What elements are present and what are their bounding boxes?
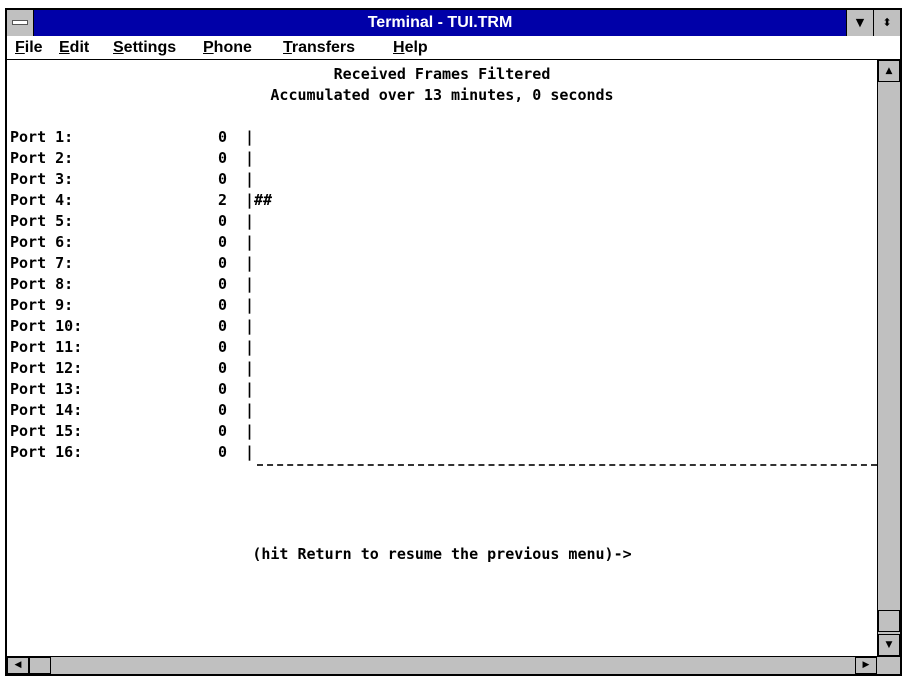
port-bar: |: [245, 338, 255, 356]
port-label: Port 6:: [10, 233, 74, 251]
port-value: 0: [217, 170, 227, 188]
vertical-scrollbar[interactable]: ▲ ▼: [877, 60, 900, 656]
port-label: Port 5:: [10, 212, 74, 230]
report-heading: Received Frames Filtered: [333, 65, 551, 83]
port-value: 0: [217, 275, 227, 293]
port-bar: |: [245, 233, 255, 251]
port-bar: |: [245, 212, 255, 230]
menu-phone[interactable]: Phone: [203, 36, 252, 59]
maximize-button[interactable]: ⬍: [873, 10, 900, 36]
port-label: Port 13:: [10, 380, 83, 398]
port-bar: |: [245, 170, 255, 188]
port-label: Port 9:: [10, 296, 74, 314]
menu-settings[interactable]: Settings: [113, 36, 176, 59]
port-value: 0: [217, 338, 227, 356]
title-bar[interactable]: Terminal - TUI.TRM ▼ ⬍: [7, 10, 900, 36]
port-value: 0: [217, 212, 227, 230]
port-value: 0: [217, 359, 227, 377]
vertical-scroll-thumb[interactable]: [878, 610, 900, 632]
port-value: 0: [217, 296, 227, 314]
resume-prompt: (hit Return to resume the previous menu)…: [252, 545, 632, 563]
port-label: Port 14:: [10, 401, 83, 419]
port-bar: |: [245, 128, 255, 146]
port-value: 0: [217, 380, 227, 398]
menu-bar: File Edit Settings Phone Transfers Help: [7, 36, 900, 60]
horizontal-scroll-thumb[interactable]: [29, 657, 51, 674]
minimize-button[interactable]: ▼: [846, 10, 873, 36]
port-bar: |: [245, 317, 255, 335]
port-value: 2: [217, 191, 227, 209]
port-label: Port 8:: [10, 275, 74, 293]
port-value: 0: [217, 233, 227, 251]
port-bar: |: [245, 380, 255, 398]
port-bar: |: [245, 401, 255, 419]
port-bar: |: [245, 296, 255, 314]
port-label: Port 12:: [10, 359, 83, 377]
port-bar: |##: [245, 191, 273, 209]
port-value: 0: [217, 422, 227, 440]
port-label: Port 2:: [10, 149, 74, 167]
port-label: Port 7:: [10, 254, 74, 272]
port-label: Port 3:: [10, 170, 74, 188]
port-label: Port 16:: [10, 443, 83, 461]
terminal-screen[interactable]: Received Frames Filtered Accumulated ove…: [7, 60, 877, 656]
menu-help[interactable]: Help: [393, 36, 428, 59]
port-label: Port 10:: [10, 317, 83, 335]
menu-file[interactable]: File: [15, 36, 43, 59]
scroll-left-arrow-icon: ◀: [14, 660, 22, 670]
port-label: Port 11:: [10, 338, 83, 356]
report-subheading: Accumulated over 13 minutes, 0 seconds: [270, 86, 614, 104]
window-title: Terminal - TUI.TRM: [367, 14, 513, 31]
scroll-up-arrow-icon: ▲: [885, 66, 893, 76]
menu-edit[interactable]: Edit: [59, 36, 89, 59]
system-menu-icon[interactable]: [7, 10, 34, 36]
port-value: 0: [217, 317, 227, 335]
maximize-arrow-icon: ⬍: [882, 16, 892, 29]
port-bar: |: [245, 254, 255, 272]
port-bar: |: [245, 275, 255, 293]
port-bar: |: [245, 359, 255, 377]
port-label: Port 4:: [10, 191, 74, 209]
port-bar: |: [245, 149, 255, 167]
scroll-down-arrow-icon: ▼: [885, 640, 893, 650]
histogram-axis-line: [257, 464, 877, 466]
scroll-left-button[interactable]: ◀: [7, 657, 29, 674]
port-value: 0: [217, 149, 227, 167]
minimize-arrow-icon: ▼: [855, 16, 865, 29]
scroll-right-arrow-icon: ▶: [862, 660, 870, 670]
port-value: 0: [217, 254, 227, 272]
menu-transfers[interactable]: Transfers: [283, 36, 355, 59]
scroll-up-button[interactable]: ▲: [878, 60, 900, 82]
port-value: 0: [217, 443, 227, 461]
horizontal-scrollbar[interactable]: ◀ ▶: [7, 656, 900, 674]
port-label: Port 1:: [10, 128, 74, 146]
port-bar: |: [245, 443, 255, 461]
port-label: Port 15:: [10, 422, 83, 440]
terminal-window: Terminal - TUI.TRM ▼ ⬍ File Edit Setting…: [5, 8, 902, 676]
port-value: 0: [217, 401, 227, 419]
port-bar: |: [245, 422, 255, 440]
scroll-down-button[interactable]: ▼: [878, 634, 900, 656]
scroll-right-button[interactable]: ▶: [855, 657, 877, 674]
port-value: 0: [217, 128, 227, 146]
